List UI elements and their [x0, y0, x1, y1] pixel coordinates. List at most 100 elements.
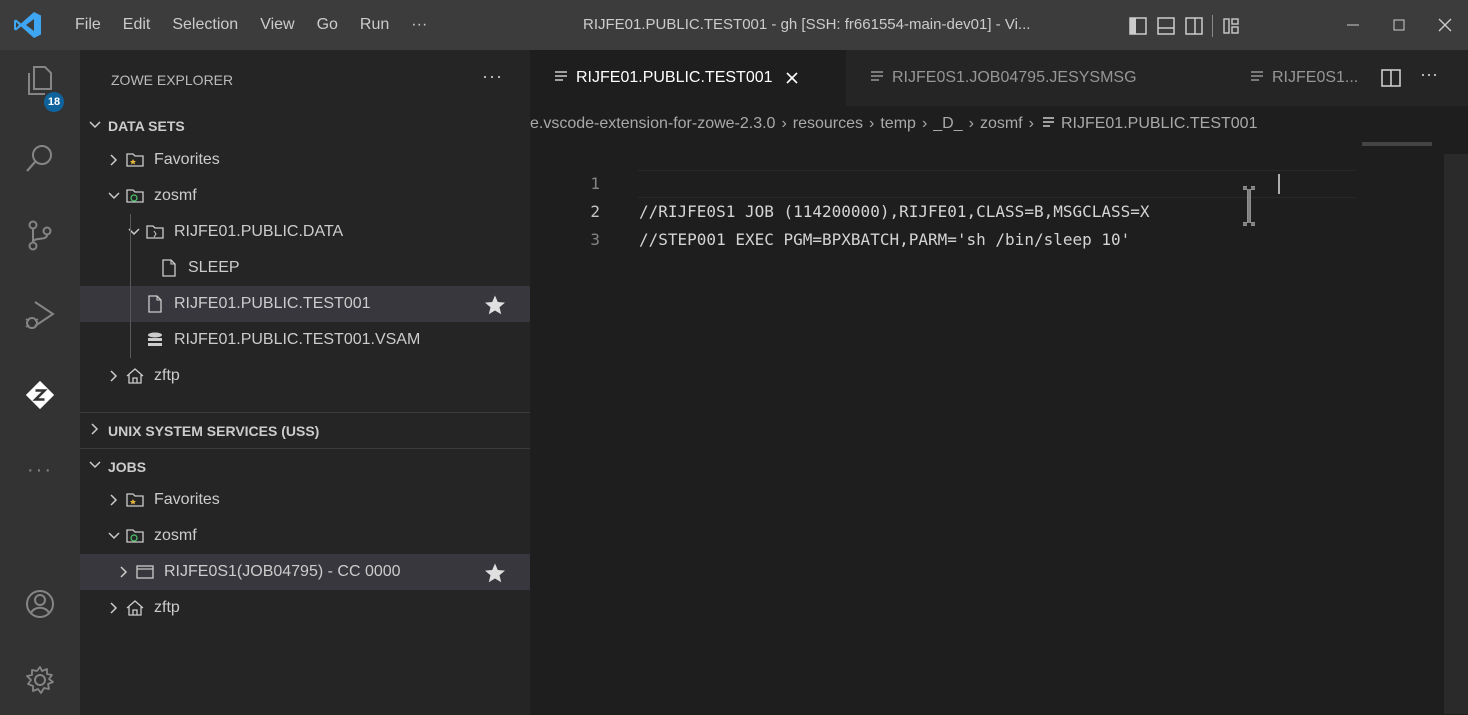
- breadcrumb: e.vscode-extension-for-zowe-2.3.0 › resour…: [530, 106, 1468, 142]
- tab-jesysmsg[interactable]: RIJFE0S1.JOB04795.JESYSMSG: [846, 50, 1214, 106]
- tree-item-job-selected[interactable]: RIJFE0S1(JOB04795) - CC 0000: [80, 554, 530, 590]
- editor-line-current[interactable]: 2 //STEP001 EXEC PGM=BPXBATCH,PARM='sh /…: [530, 170, 1468, 249]
- tree-item-zosmf-profile[interactable]: zosmf: [80, 178, 530, 214]
- zowe-explorer-button[interactable]: [0, 365, 80, 425]
- tree-item-seq-dataset-selected[interactable]: RIJFE01.PUBLIC.TEST001: [80, 286, 530, 322]
- text-file-icon: [1251, 70, 1263, 81]
- connected-folder-icon: [126, 189, 144, 203]
- source-control-button[interactable]: [0, 205, 80, 265]
- menu-edit[interactable]: Edit: [112, 16, 162, 34]
- toggle-panel-icon[interactable]: [1156, 16, 1176, 36]
- editor-more-button[interactable]: ···: [1420, 64, 1438, 85]
- breadcrumb-item[interactable]: _D_: [933, 115, 962, 132]
- tree-item-member-sleep[interactable]: SLEEP: [80, 250, 530, 286]
- section-label: UNIX SYSTEM SERVICES (USS): [108, 422, 320, 439]
- favorites-folder-icon: [126, 153, 144, 167]
- section-data-sets[interactable]: DATA SETS: [80, 108, 530, 144]
- maximize-icon: [1393, 19, 1405, 31]
- customize-layout-icon[interactable]: [1221, 16, 1241, 36]
- menu-go[interactable]: Go: [306, 16, 349, 34]
- minimize-button[interactable]: [1330, 0, 1376, 50]
- accounts-button[interactable]: [0, 574, 80, 634]
- tree-item-label: zftp: [154, 367, 180, 384]
- breadcrumb-file[interactable]: RIJFE01.PUBLIC.TEST001: [1040, 115, 1258, 132]
- line-number: 3: [590, 230, 600, 249]
- maximize-button[interactable]: [1376, 0, 1422, 50]
- tree-item-label: Favorites: [154, 491, 220, 508]
- window-title: RIJFE01.PUBLIC.TEST001 - gh [SSH: fr6615…: [583, 16, 1031, 33]
- menu-more[interactable]: ···: [400, 16, 438, 34]
- breadcrumb-item[interactable]: e.vscode-extension-for-zowe-2.3.0: [530, 115, 775, 132]
- sidebar-more-button[interactable]: ···: [482, 66, 503, 87]
- tab-rijfe01-public-test001[interactable]: RIJFE01.PUBLIC.TEST001: [530, 50, 846, 106]
- breadcrumb-separator-icon: ›: [781, 115, 787, 132]
- section-jobs[interactable]: JOBS: [80, 448, 530, 484]
- tree-item-vsam[interactable]: RIJFE01.PUBLIC.TEST001.VSAM: [80, 322, 530, 358]
- menu-run[interactable]: Run: [349, 16, 400, 34]
- section-label: JOBS: [108, 458, 147, 475]
- menu-selection[interactable]: Selection: [161, 16, 249, 34]
- chevron-right-icon: [120, 566, 128, 578]
- run-debug-button[interactable]: [0, 285, 80, 345]
- job-folder-icon: [136, 565, 154, 579]
- tree-item-label: RIJFE01.PUBLIC.TEST001.VSAM: [174, 331, 421, 348]
- editor-tab-bar: RIJFE01.PUBLIC.TEST001 RIJFE0S1.JOB04795…: [530, 50, 1468, 106]
- tab-close-button[interactable]: [785, 71, 799, 85]
- zowe-icon: [25, 380, 55, 410]
- close-icon: [785, 72, 798, 84]
- chevron-right-icon: [91, 423, 99, 435]
- file-icon: [162, 259, 176, 277]
- breadcrumb-separator-icon: ›: [921, 115, 928, 132]
- star-favorite-icon[interactable]: [484, 562, 506, 584]
- toggle-secondary-sidebar-icon[interactable]: [1184, 16, 1204, 36]
- breadcrumb-item[interactable]: temp: [880, 115, 916, 132]
- activity-bar: 18 ···: [0, 50, 80, 715]
- breadcrumb-separator-icon: ›: [1028, 115, 1034, 132]
- code-editor[interactable]: 1 //RIJFE0S1 JOB (114200000),RIJFE01,CLA…: [530, 142, 1468, 715]
- tree-item-job-zftp-profile[interactable]: zftp: [80, 590, 530, 626]
- section-label: DATA SETS: [108, 118, 185, 134]
- breadcrumb-separator-icon: ›: [968, 115, 974, 132]
- more-views-button[interactable]: ···: [0, 440, 80, 500]
- connected-folder-icon: [126, 529, 144, 543]
- tree-item-favorites[interactable]: Favorites: [80, 142, 530, 178]
- tree-item-zftp-profile[interactable]: zftp: [80, 358, 530, 394]
- database-icon: [148, 332, 162, 346]
- sidebar-title: ZOWE EXPLORER: [111, 72, 234, 88]
- chevron-down-icon: [108, 192, 120, 200]
- source-control-icon: [28, 220, 52, 251]
- tree-item-job-zosmf-profile[interactable]: zosmf: [80, 518, 530, 554]
- chevron-right-icon: [110, 154, 118, 166]
- account-icon: [26, 590, 54, 618]
- search-button[interactable]: [0, 128, 80, 188]
- tree-item-label: RIJFE0S1(JOB04795) - CC 0000: [164, 563, 401, 580]
- search-icon: [26, 145, 52, 172]
- menu-view[interactable]: View: [249, 16, 305, 34]
- editor-line[interactable]: 3: [530, 198, 1468, 249]
- explorer-button[interactable]: 18: [0, 50, 80, 112]
- breadcrumb-item: RIJFE01.PUBLIC.TEST001: [1060, 115, 1258, 132]
- tree-item-job-favorites[interactable]: Favorites: [80, 482, 530, 518]
- close-window-button[interactable]: [1422, 0, 1468, 50]
- minimap[interactable]: [1362, 142, 1432, 146]
- breadcrumb-item[interactable]: zosmf: [980, 115, 1023, 132]
- tab-rijfe0s1-truncated[interactable]: RIJFE0S1...: [1226, 50, 1376, 106]
- chevron-down-icon: [89, 120, 101, 128]
- breadcrumb-item[interactable]: resources: [793, 115, 863, 132]
- vertical-scrollbar[interactable]: [1444, 154, 1468, 714]
- editor-line[interactable]: 1 //RIJFE0S1 JOB (114200000),RIJFE01,CLA…: [530, 142, 1468, 221]
- split-editor-button[interactable]: [1380, 67, 1402, 89]
- home-icon: [126, 600, 144, 616]
- tree-item-label: zftp: [154, 599, 180, 616]
- sidebar-header: ZOWE EXPLORER ···: [80, 50, 530, 110]
- explorer-badge: 18: [44, 92, 64, 112]
- tree-item-pds[interactable]: RIJFE01.PUBLIC.DATA: [80, 214, 530, 250]
- toggle-primary-sidebar-icon[interactable]: [1128, 16, 1148, 36]
- text-file-icon: [871, 70, 883, 81]
- home-icon: [126, 368, 144, 384]
- manage-button[interactable]: [0, 650, 80, 710]
- close-icon: [1438, 18, 1452, 32]
- menu-file[interactable]: File: [64, 16, 112, 34]
- star-favorite-icon[interactable]: [484, 294, 506, 316]
- section-uss[interactable]: UNIX SYSTEM SERVICES (USS): [80, 412, 530, 448]
